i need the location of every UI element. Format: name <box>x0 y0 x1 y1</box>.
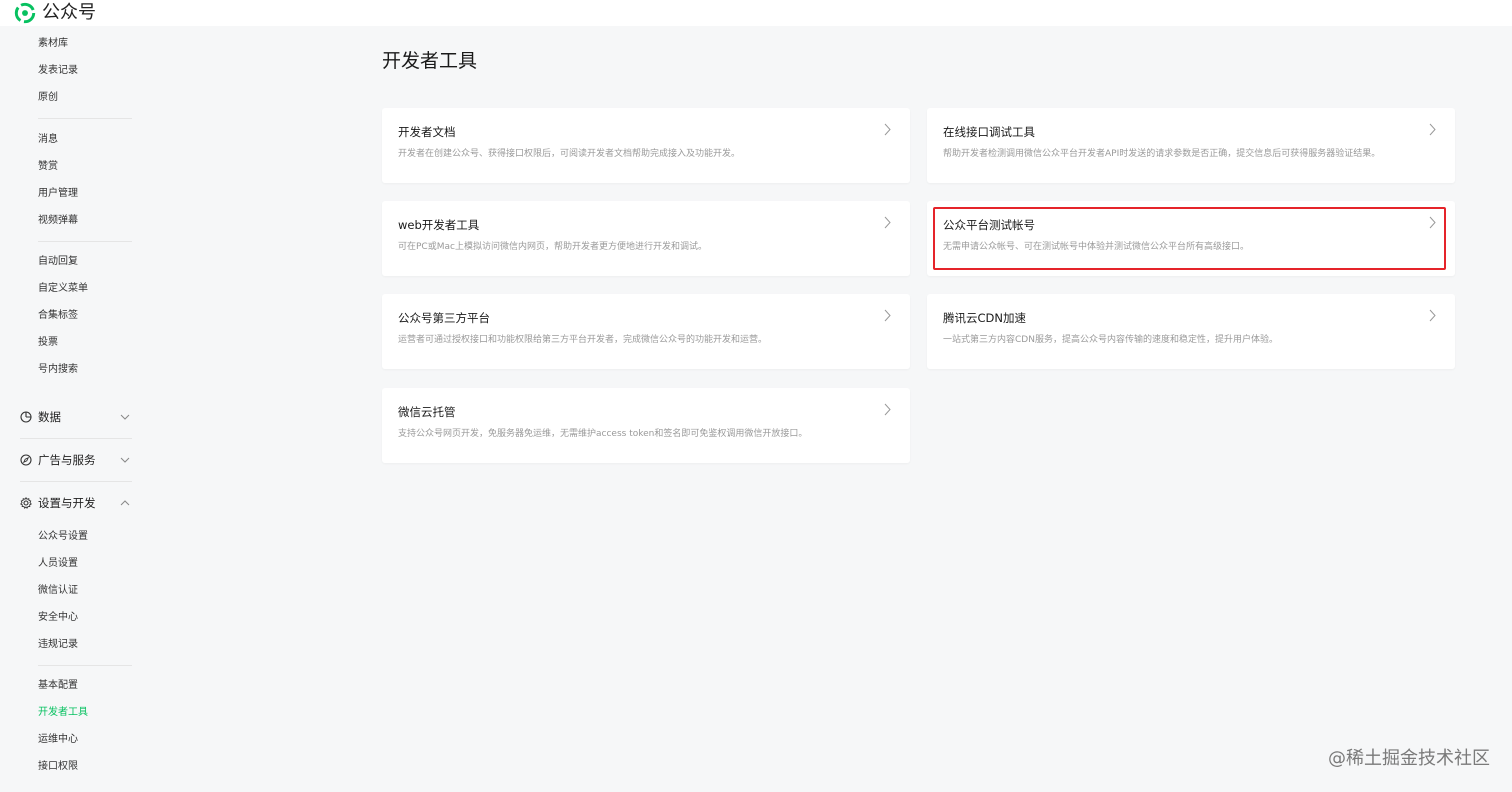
sidebar-item-developer-tools[interactable]: 开发者工具 <box>38 706 88 720</box>
card-developer-docs[interactable]: 开发者文档 开发者在创建公众号、获得接口权限后，可阅读开发者文档帮助完成接入及功… <box>382 108 910 183</box>
sidebar-item-vote[interactable]: 投票 <box>38 336 58 350</box>
sidebar-divider <box>38 118 132 119</box>
card-online-api-debug[interactable]: 在线接口调试工具 帮助开发者检测调用微信公众平台开发者API时发送的请求参数是否… <box>927 108 1455 183</box>
chevron-right-icon <box>1428 123 1437 136</box>
chevron-up-icon <box>120 498 130 508</box>
card-description: 运营者可通过授权接口和功能权限给第三方平台开发者，完成微信公众号的功能开发和运营… <box>398 335 768 345</box>
sidebar-item-custom-menu[interactable]: 自定义菜单 <box>38 282 88 296</box>
sidebar-section-ads[interactable]: 广告与服务 <box>20 451 130 469</box>
sidebar-item-auto-reply[interactable]: 自动回复 <box>38 255 78 269</box>
card-title: web开发者工具 <box>398 218 480 232</box>
chevron-right-icon <box>883 309 892 322</box>
sidebar-item-video-danmaku[interactable]: 视频弹幕 <box>38 214 78 228</box>
compass-icon <box>20 454 32 466</box>
watermark: @稀土掘金技术社区 <box>1328 748 1490 769</box>
chevron-right-icon <box>883 403 892 416</box>
card-title: 开发者文档 <box>398 125 456 139</box>
sidebar-item-personnel-settings[interactable]: 人员设置 <box>38 557 78 571</box>
sidebar-divider <box>20 438 132 439</box>
section-label: 数据 <box>38 410 61 424</box>
section-label: 广告与服务 <box>38 453 96 467</box>
chevron-down-icon <box>120 412 130 422</box>
card-test-account[interactable]: 公众平台测试帐号 无需申请公众帐号、可在测试帐号中体验并测试微信公众平台所有高级… <box>927 201 1455 276</box>
sidebar-item-messages[interactable]: 消息 <box>38 133 58 147</box>
sidebar-section-settings[interactable]: 设置与开发 <box>20 494 130 512</box>
wechat-logo-icon <box>14 2 36 24</box>
card-description: 无需申请公众帐号、可在测试帐号中体验并测试微信公众平台所有高级接口。 <box>943 242 1250 252</box>
sidebar-item-violation-records[interactable]: 违规记录 <box>38 638 78 652</box>
sidebar-item-security-center[interactable]: 安全中心 <box>38 611 78 625</box>
card-description: 可在PC或Mac上模拟访问微信内网页，帮助开发者更方便地进行开发和调试。 <box>398 242 707 252</box>
card-title: 腾讯云CDN加速 <box>943 311 1026 325</box>
sidebar-item-basic-config[interactable]: 基本配置 <box>38 679 78 693</box>
sidebar-item-publish-record[interactable]: 发表记录 <box>38 64 78 78</box>
card-description: 帮助开发者检测调用微信公众平台开发者API时发送的请求参数是否正确，提交信息后可… <box>943 149 1381 159</box>
card-title: 微信云托管 <box>398 405 456 419</box>
top-bar: 公众号 <box>0 0 1512 26</box>
sidebar-item-user-management[interactable]: 用户管理 <box>38 187 78 201</box>
sidebar-divider <box>20 481 132 482</box>
section-label: 设置与开发 <box>38 496 96 510</box>
chevron-right-icon <box>1428 309 1437 322</box>
pie-chart-icon <box>20 411 32 423</box>
card-description: 一站式第三方内容CDN服务，提高公众号内容传输的速度和稳定性，提升用户体验。 <box>943 335 1278 345</box>
chevron-right-icon <box>883 123 892 136</box>
card-title: 公众号第三方平台 <box>398 311 490 325</box>
card-description: 支持公众号网页开发，免服务器免运维，无需维护access token和签名即可免… <box>398 429 808 439</box>
card-description: 开发者在创建公众号、获得接口权限后，可阅读开发者文档帮助完成接入及功能开发。 <box>398 149 741 159</box>
page-title: 开发者工具 <box>382 50 478 72</box>
card-title: 公众平台测试帐号 <box>943 218 1035 232</box>
card-tencent-cdn[interactable]: 腾讯云CDN加速 一站式第三方内容CDN服务，提高公众号内容传输的速度和稳定性，… <box>927 294 1455 369</box>
sidebar-section-data[interactable]: 数据 <box>20 408 130 426</box>
sidebar-divider <box>38 665 132 666</box>
sidebar-divider <box>38 241 132 242</box>
sidebar-item-material[interactable]: 素材库 <box>38 37 68 51</box>
sidebar-item-collection-tags[interactable]: 合集标签 <box>38 309 78 323</box>
logo[interactable]: 公众号 <box>14 0 96 26</box>
card-title: 在线接口调试工具 <box>943 125 1035 139</box>
sidebar-item-reward[interactable]: 赞赏 <box>38 160 58 174</box>
card-third-party-platform[interactable]: 公众号第三方平台 运营者可通过授权接口和功能权限给第三方平台开发者，完成微信公众… <box>382 294 910 369</box>
app-name: 公众号 <box>42 2 96 23</box>
sidebar-item-account-settings[interactable]: 公众号设置 <box>38 530 88 544</box>
sidebar-item-original[interactable]: 原创 <box>38 91 58 105</box>
card-wechat-cloud-hosting[interactable]: 微信云托管 支持公众号网页开发，免服务器免运维，无需维护access token… <box>382 388 910 463</box>
sidebar: 素材库 发表记录 原创 消息 赞赏 用户管理 视频弹幕 自动回复 自定义菜单 合… <box>0 26 150 792</box>
sidebar-item-api-permissions[interactable]: 接口权限 <box>38 760 78 774</box>
chevron-down-icon <box>120 455 130 465</box>
gear-icon <box>20 497 32 509</box>
chevron-right-icon <box>1428 216 1437 229</box>
card-web-devtools[interactable]: web开发者工具 可在PC或Mac上模拟访问微信内网页，帮助开发者更方便地进行开… <box>382 201 910 276</box>
chevron-right-icon <box>883 216 892 229</box>
sidebar-item-ops-center[interactable]: 运维中心 <box>38 733 78 747</box>
sidebar-item-in-account-search[interactable]: 号内搜索 <box>38 363 78 377</box>
sidebar-item-wechat-verification[interactable]: 微信认证 <box>38 584 78 598</box>
